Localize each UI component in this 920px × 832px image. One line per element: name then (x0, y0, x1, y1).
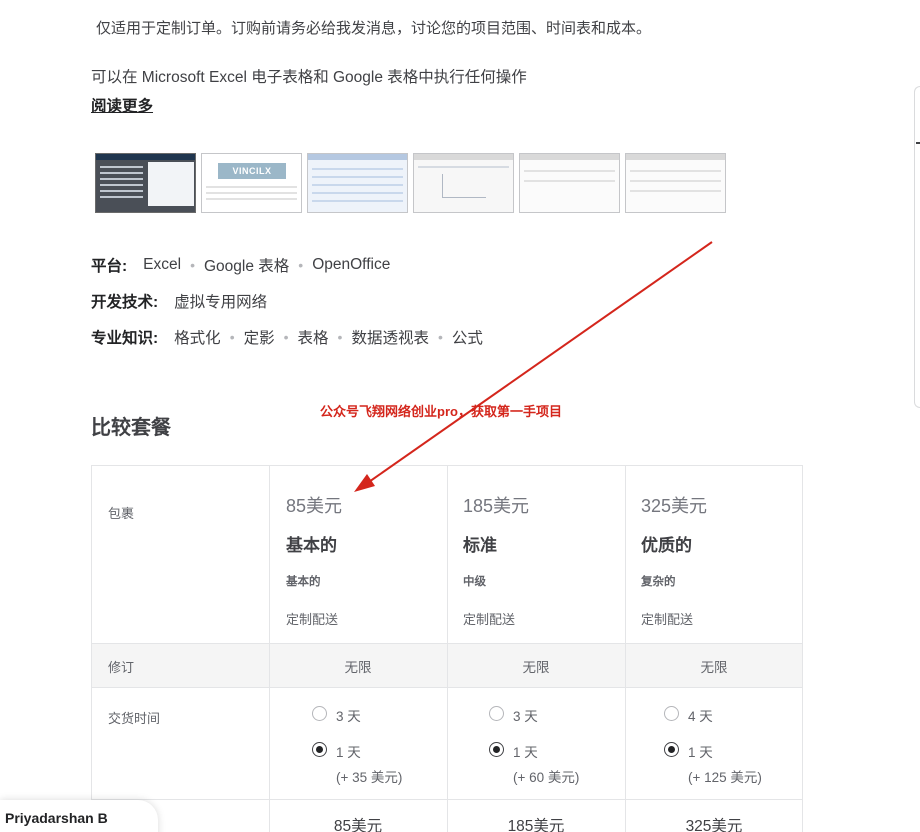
chat-user-chip[interactable]: Priyadarshan B (0, 800, 158, 832)
watermark-annotation: 公众号飞翔网络创业pro，获取第一手项目 (320, 404, 562, 419)
chat-user-name: Priyadarshan B (5, 810, 108, 826)
arrow-head (354, 474, 375, 492)
arrow-line (365, 241, 713, 485)
